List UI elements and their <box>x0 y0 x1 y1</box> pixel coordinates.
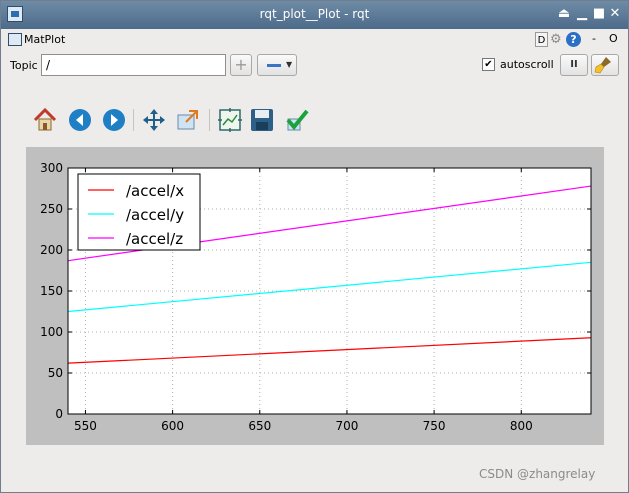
dock-d-button[interactable]: D <box>535 32 548 47</box>
minimize-plugin-button[interactable]: - <box>592 32 596 45</box>
forward-icon[interactable] <box>101 107 127 133</box>
x-tick-label: 600 <box>161 419 184 433</box>
minimize-icon[interactable]: ▁ <box>575 6 589 22</box>
rqt-window: rqt_plot__Plot - rqt ⏏ ▁ ■ ✕ MatPlot D ⚙… <box>0 0 629 493</box>
x-tick-label: 800 <box>510 419 533 433</box>
close-icon[interactable]: ✕ <box>608 6 622 22</box>
plot-canvas[interactable]: 550 600 650 700 750 800 0 50 100 150 200 250 300/acc… <box>26 147 604 445</box>
chevron-down-icon: ▼ <box>286 60 293 69</box>
legend-label: /accel/x <box>126 182 184 200</box>
pause-button[interactable]: II <box>560 54 588 76</box>
y-tick-label: 100 <box>40 325 63 339</box>
save-icon[interactable] <box>249 107 275 133</box>
pan-icon[interactable] <box>141 107 167 133</box>
window-title: rqt_plot__Plot - rqt <box>259 7 370 21</box>
toolbar-separator <box>133 109 134 131</box>
plugin-name: MatPlot <box>24 33 66 46</box>
autoscroll-check-icon[interactable]: ✔ <box>482 58 495 71</box>
x-tick-label: 650 <box>248 419 271 433</box>
zoom-icon[interactable] <box>175 107 201 133</box>
toolbar-separator <box>209 109 210 131</box>
x-tick-label: 750 <box>423 419 446 433</box>
home-icon[interactable] <box>32 107 58 133</box>
topic-row: Topic / + ▼ ✔ autoscroll II <box>1 51 628 81</box>
topic-input[interactable]: / <box>41 54 226 76</box>
watermark: CSDN @zhangrelay <box>479 467 596 481</box>
topic-label: Topic <box>10 59 38 72</box>
y-tick-label: 150 <box>40 284 63 298</box>
x-tick-label: 550 <box>74 419 97 433</box>
y-tick-label: 250 <box>40 202 63 216</box>
close-plugin-button[interactable]: O <box>609 32 618 45</box>
gear-icon[interactable]: ⚙ <box>550 32 562 47</box>
help-icon[interactable]: ? <box>566 32 581 47</box>
plugin-header: MatPlot D ⚙ ? - O <box>1 29 628 51</box>
broom-icon <box>594 57 611 74</box>
y-tick-label: 300 <box>40 161 63 175</box>
back-icon[interactable] <box>67 107 93 133</box>
plugin-icon <box>8 33 22 46</box>
autoscroll-label: autoscroll <box>500 58 554 71</box>
clear-button[interactable] <box>591 54 619 76</box>
matplotlib-toolbar <box>1 101 628 137</box>
y-tick-label: 50 <box>48 366 63 380</box>
remove-topic-button[interactable]: ▼ <box>257 54 297 76</box>
remove-icon <box>267 64 281 67</box>
shade-icon[interactable]: ⏏ <box>557 6 571 22</box>
legend-label: /accel/z <box>126 230 183 248</box>
apply-icon[interactable] <box>284 107 310 133</box>
add-topic-button[interactable]: + <box>230 54 252 76</box>
y-tick-label: 0 <box>55 407 63 421</box>
title-bar[interactable]: rqt_plot__Plot - rqt ⏏ ▁ ■ ✕ <box>1 1 628 29</box>
line-chart[interactable]: 550 600 650 700 750 800 0 50 100 150 200 250 300/acc… <box>26 147 604 445</box>
y-tick-label: 200 <box>40 243 63 257</box>
legend-label: /accel/y <box>126 206 184 224</box>
subplots-icon[interactable] <box>217 107 243 133</box>
maximize-icon[interactable]: ■ <box>592 6 606 22</box>
x-tick-label: 700 <box>335 419 358 433</box>
